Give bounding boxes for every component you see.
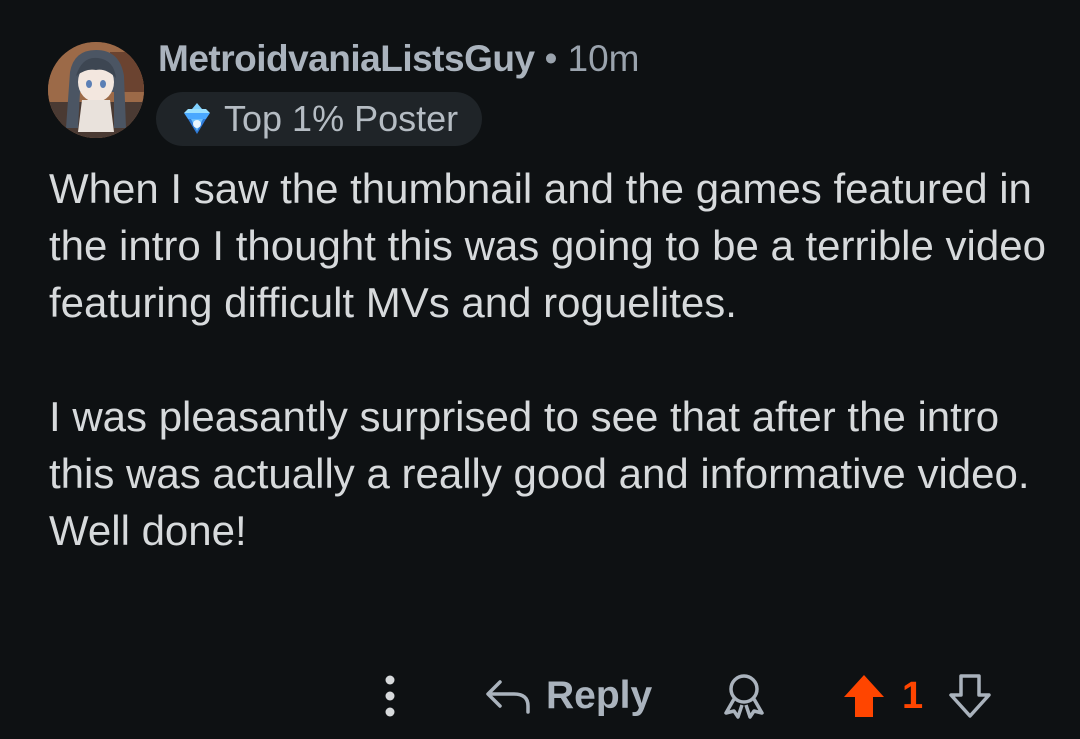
top-poster-icon xyxy=(184,103,210,134)
more-options-icon xyxy=(385,675,395,717)
comment-paragraph: I was pleasantly surprised to see that a… xyxy=(49,393,1030,554)
downvote-button[interactable] xyxy=(944,670,996,722)
badge-label: Top 1% Poster xyxy=(224,98,459,139)
comment-time: 10m xyxy=(567,38,640,79)
user-flair-badge: Top 1% Poster xyxy=(156,92,483,146)
more-options-button[interactable] xyxy=(370,670,410,722)
reply-icon xyxy=(486,680,530,714)
meta-separator: • xyxy=(544,38,558,79)
comment-paragraph: When I saw the thumbnail and the games f… xyxy=(49,165,1046,326)
reply-label: Reply xyxy=(546,674,653,717)
avatar-image xyxy=(48,42,144,138)
author-name[interactable]: MetroidvaniaListsGuy xyxy=(158,38,535,79)
comment-body: When I saw the thumbnail and the games f… xyxy=(49,160,1049,616)
comment-meta: MetroidvaniaListsGuy • 10m xyxy=(158,36,639,82)
reply-button[interactable]: Reply xyxy=(484,668,652,724)
comment-actions: Reply 1 xyxy=(0,664,1080,728)
award-button[interactable] xyxy=(718,670,770,722)
upvote-icon xyxy=(844,675,884,717)
downvote-icon xyxy=(949,674,991,718)
vote-score: 1 xyxy=(902,674,924,717)
award-icon xyxy=(724,674,764,719)
upvote-button[interactable] xyxy=(838,670,890,722)
user-avatar[interactable] xyxy=(48,42,144,138)
comment: MetroidvaniaListsGuy • 10m Top 1% Poster W… xyxy=(0,0,1080,739)
